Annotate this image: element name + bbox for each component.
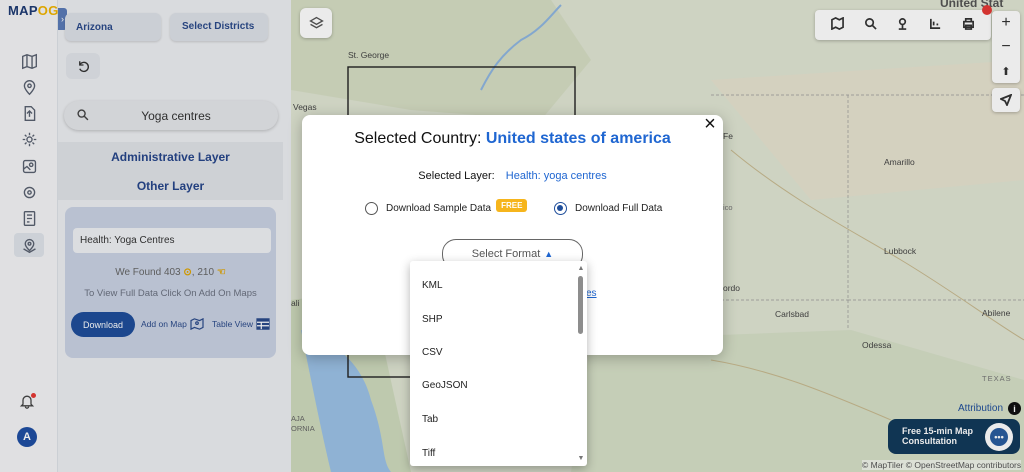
format-options-menu: KML SHP CSV GeoJSON Tab Tiff ▲ ▼ (410, 261, 587, 466)
selected-country: Selected Country: United states of ameri… (302, 130, 723, 148)
layer-value: Health: yoga centres (505, 170, 607, 182)
full-option-label: Download Full Data (575, 203, 663, 214)
free-badge: FREE (496, 199, 528, 212)
download-sample-option[interactable]: Download Sample Data FREE (365, 199, 528, 215)
format-option[interactable]: CSV (422, 347, 443, 358)
format-option[interactable]: KML (422, 280, 443, 291)
menu-scrollbar[interactable]: ▲ ▼ (577, 265, 585, 462)
country-value: United states of america (485, 130, 671, 147)
format-option[interactable]: Tab (422, 414, 438, 425)
country-label: Selected Country: (354, 130, 482, 147)
scroll-down-icon[interactable]: ▼ (577, 455, 585, 462)
sample-radio[interactable] (365, 202, 378, 215)
format-placeholder: Select Format (471, 248, 541, 260)
download-full-option[interactable]: Download Full Data (554, 202, 662, 215)
format-option[interactable]: GeoJSON (422, 380, 468, 391)
scroll-up-icon[interactable]: ▲ (577, 265, 585, 272)
selected-layer: Selected Layer: Health: yoga centres (302, 170, 723, 182)
sample-option-label: Download Sample Data (386, 203, 492, 214)
partial-link[interactable]: es (586, 288, 597, 299)
format-option[interactable]: SHP (422, 314, 443, 325)
caret-up-icon: ▲ (544, 249, 554, 259)
layer-label: Selected Layer: (418, 170, 495, 182)
full-radio[interactable] (554, 202, 567, 215)
scrollbar-thumb[interactable] (578, 276, 583, 334)
format-option[interactable]: Tiff (422, 448, 435, 459)
